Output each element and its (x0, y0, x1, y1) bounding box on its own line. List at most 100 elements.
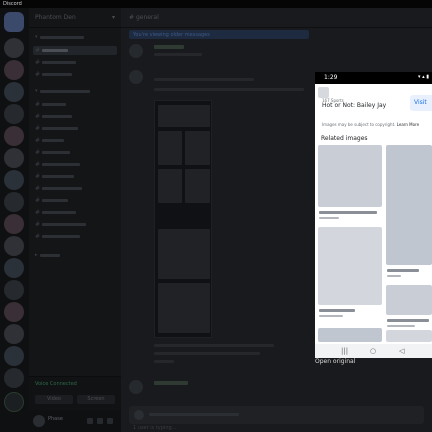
hash-icon: # (35, 113, 41, 120)
server-icon[interactable] (4, 302, 24, 322)
channel-category[interactable]: ▾ (35, 34, 95, 42)
channel-item[interactable]: # (33, 172, 117, 181)
avatar[interactable] (129, 44, 143, 58)
related-image[interactable] (318, 145, 382, 207)
server-icon[interactable] (4, 170, 24, 190)
add-server-button[interactable] (4, 392, 24, 412)
image-source-card: 167 Sports Hot or Not: Bailey Jay Visit (318, 87, 432, 117)
channel-item[interactable]: # (33, 124, 117, 133)
channel-item[interactable]: # (33, 160, 117, 169)
channel-item[interactable]: # (33, 148, 117, 157)
related-image[interactable] (386, 330, 432, 342)
related-image-caption[interactable] (319, 211, 377, 214)
related-image[interactable] (386, 285, 432, 315)
channel-item[interactable]: # (33, 58, 117, 67)
server-icon[interactable] (4, 346, 24, 366)
server-header[interactable]: Phantom Den ▾ (29, 8, 121, 28)
hash-icon: # (35, 47, 41, 54)
voice-panel: Voice Connected Video Screen (29, 376, 121, 410)
channel-item[interactable]: # (33, 232, 117, 241)
related-image[interactable] (386, 145, 432, 265)
related-image-source (319, 217, 339, 219)
channel-item[interactable]: # (33, 184, 117, 193)
copyright-notice: Images may be subject to copyright. Lear… (322, 122, 420, 127)
video-button[interactable]: Video (35, 395, 73, 404)
channel-item[interactable]: # (33, 70, 117, 79)
hash-icon: # (35, 209, 41, 216)
server-icon[interactable] (4, 280, 24, 300)
home-button[interactable] (4, 12, 24, 32)
hash-icon: # (35, 149, 41, 156)
message-composer[interactable] (129, 406, 424, 424)
phone-screenshot[interactable]: 1:29 ▾ ▴ ▮ 167 Sports Hot or Not: Bailey… (315, 72, 432, 358)
related-image-caption[interactable] (387, 319, 429, 322)
message-text (154, 88, 304, 91)
source-title: Hot or Not: Bailey Jay (322, 102, 387, 109)
hash-icon: # (35, 161, 41, 168)
channel-item[interactable]: # (33, 100, 117, 109)
older-messages-banner[interactable]: You're viewing older messages (129, 30, 309, 39)
server-icon[interactable] (4, 82, 24, 102)
hash-icon: # (35, 59, 41, 66)
message-text (154, 360, 174, 363)
headphones-icon[interactable] (97, 418, 103, 424)
status-icons: ▾ ▴ ▮ (418, 74, 429, 80)
channel-item[interactable]: # (33, 46, 117, 55)
chevron-down-icon: ▸ (35, 252, 38, 258)
server-icon[interactable] (4, 214, 24, 234)
avatar[interactable] (33, 415, 45, 427)
related-image-source (387, 325, 415, 327)
hash-icon: # (35, 197, 41, 204)
server-icon[interactable] (4, 368, 24, 388)
avatar[interactable] (129, 70, 143, 84)
message-author[interactable] (154, 381, 188, 385)
channel-item[interactable]: # (33, 196, 117, 205)
channel-item[interactable]: # (33, 136, 117, 145)
channel-item[interactable]: # (33, 208, 117, 217)
typing-indicator: 1 user is typing... (133, 425, 177, 431)
server-icon[interactable] (4, 60, 24, 80)
channel-title: # general (129, 14, 159, 21)
chat-header: # general (121, 8, 432, 28)
hash-icon: # (35, 233, 41, 240)
message-author[interactable] (154, 45, 184, 49)
server-icon[interactable] (4, 258, 24, 278)
server-name: Phantom Den (35, 14, 76, 21)
learn-more-link[interactable]: Learn More (397, 122, 419, 127)
related-image[interactable] (318, 227, 382, 305)
visit-button[interactable]: Visit (410, 95, 432, 111)
channel-category[interactable]: ▾ (35, 88, 115, 96)
avatar[interactable] (129, 380, 143, 394)
channel-item[interactable]: # (33, 112, 117, 121)
server-icon[interactable] (4, 38, 24, 58)
mic-icon[interactable] (87, 418, 93, 424)
home-icon[interactable]: ○ (370, 347, 376, 355)
server-icon[interactable] (4, 104, 24, 124)
back-icon[interactable]: ◁ (399, 347, 404, 355)
server-icon[interactable] (4, 236, 24, 256)
message-text (154, 344, 274, 347)
server-icon[interactable] (4, 126, 24, 146)
channel-category[interactable]: ▸ (35, 252, 75, 260)
recents-icon[interactable]: ||| (341, 347, 348, 355)
hash-icon: # (35, 125, 41, 132)
hash-icon: # (35, 221, 41, 228)
chevron-down-icon: ▾ (35, 34, 38, 40)
related-image-caption[interactable] (319, 309, 355, 312)
image-attachment[interactable] (154, 100, 212, 338)
open-original-link[interactable]: Open original (315, 358, 355, 365)
related-image-caption[interactable] (387, 269, 419, 272)
hash-icon: # (35, 173, 41, 180)
plus-icon[interactable] (134, 410, 144, 420)
chevron-down-icon: ▾ (35, 88, 38, 94)
channel-item[interactable]: # (33, 220, 117, 229)
screen-share-button[interactable]: Screen (77, 395, 115, 404)
settings-icon[interactable] (107, 418, 113, 424)
server-icon[interactable] (4, 148, 24, 168)
composer-placeholder (149, 413, 239, 416)
related-image[interactable] (318, 328, 382, 342)
site-icon (318, 87, 329, 98)
server-icon[interactable] (4, 324, 24, 344)
server-icon[interactable] (4, 192, 24, 212)
phone-time: 1:29 (324, 74, 338, 81)
